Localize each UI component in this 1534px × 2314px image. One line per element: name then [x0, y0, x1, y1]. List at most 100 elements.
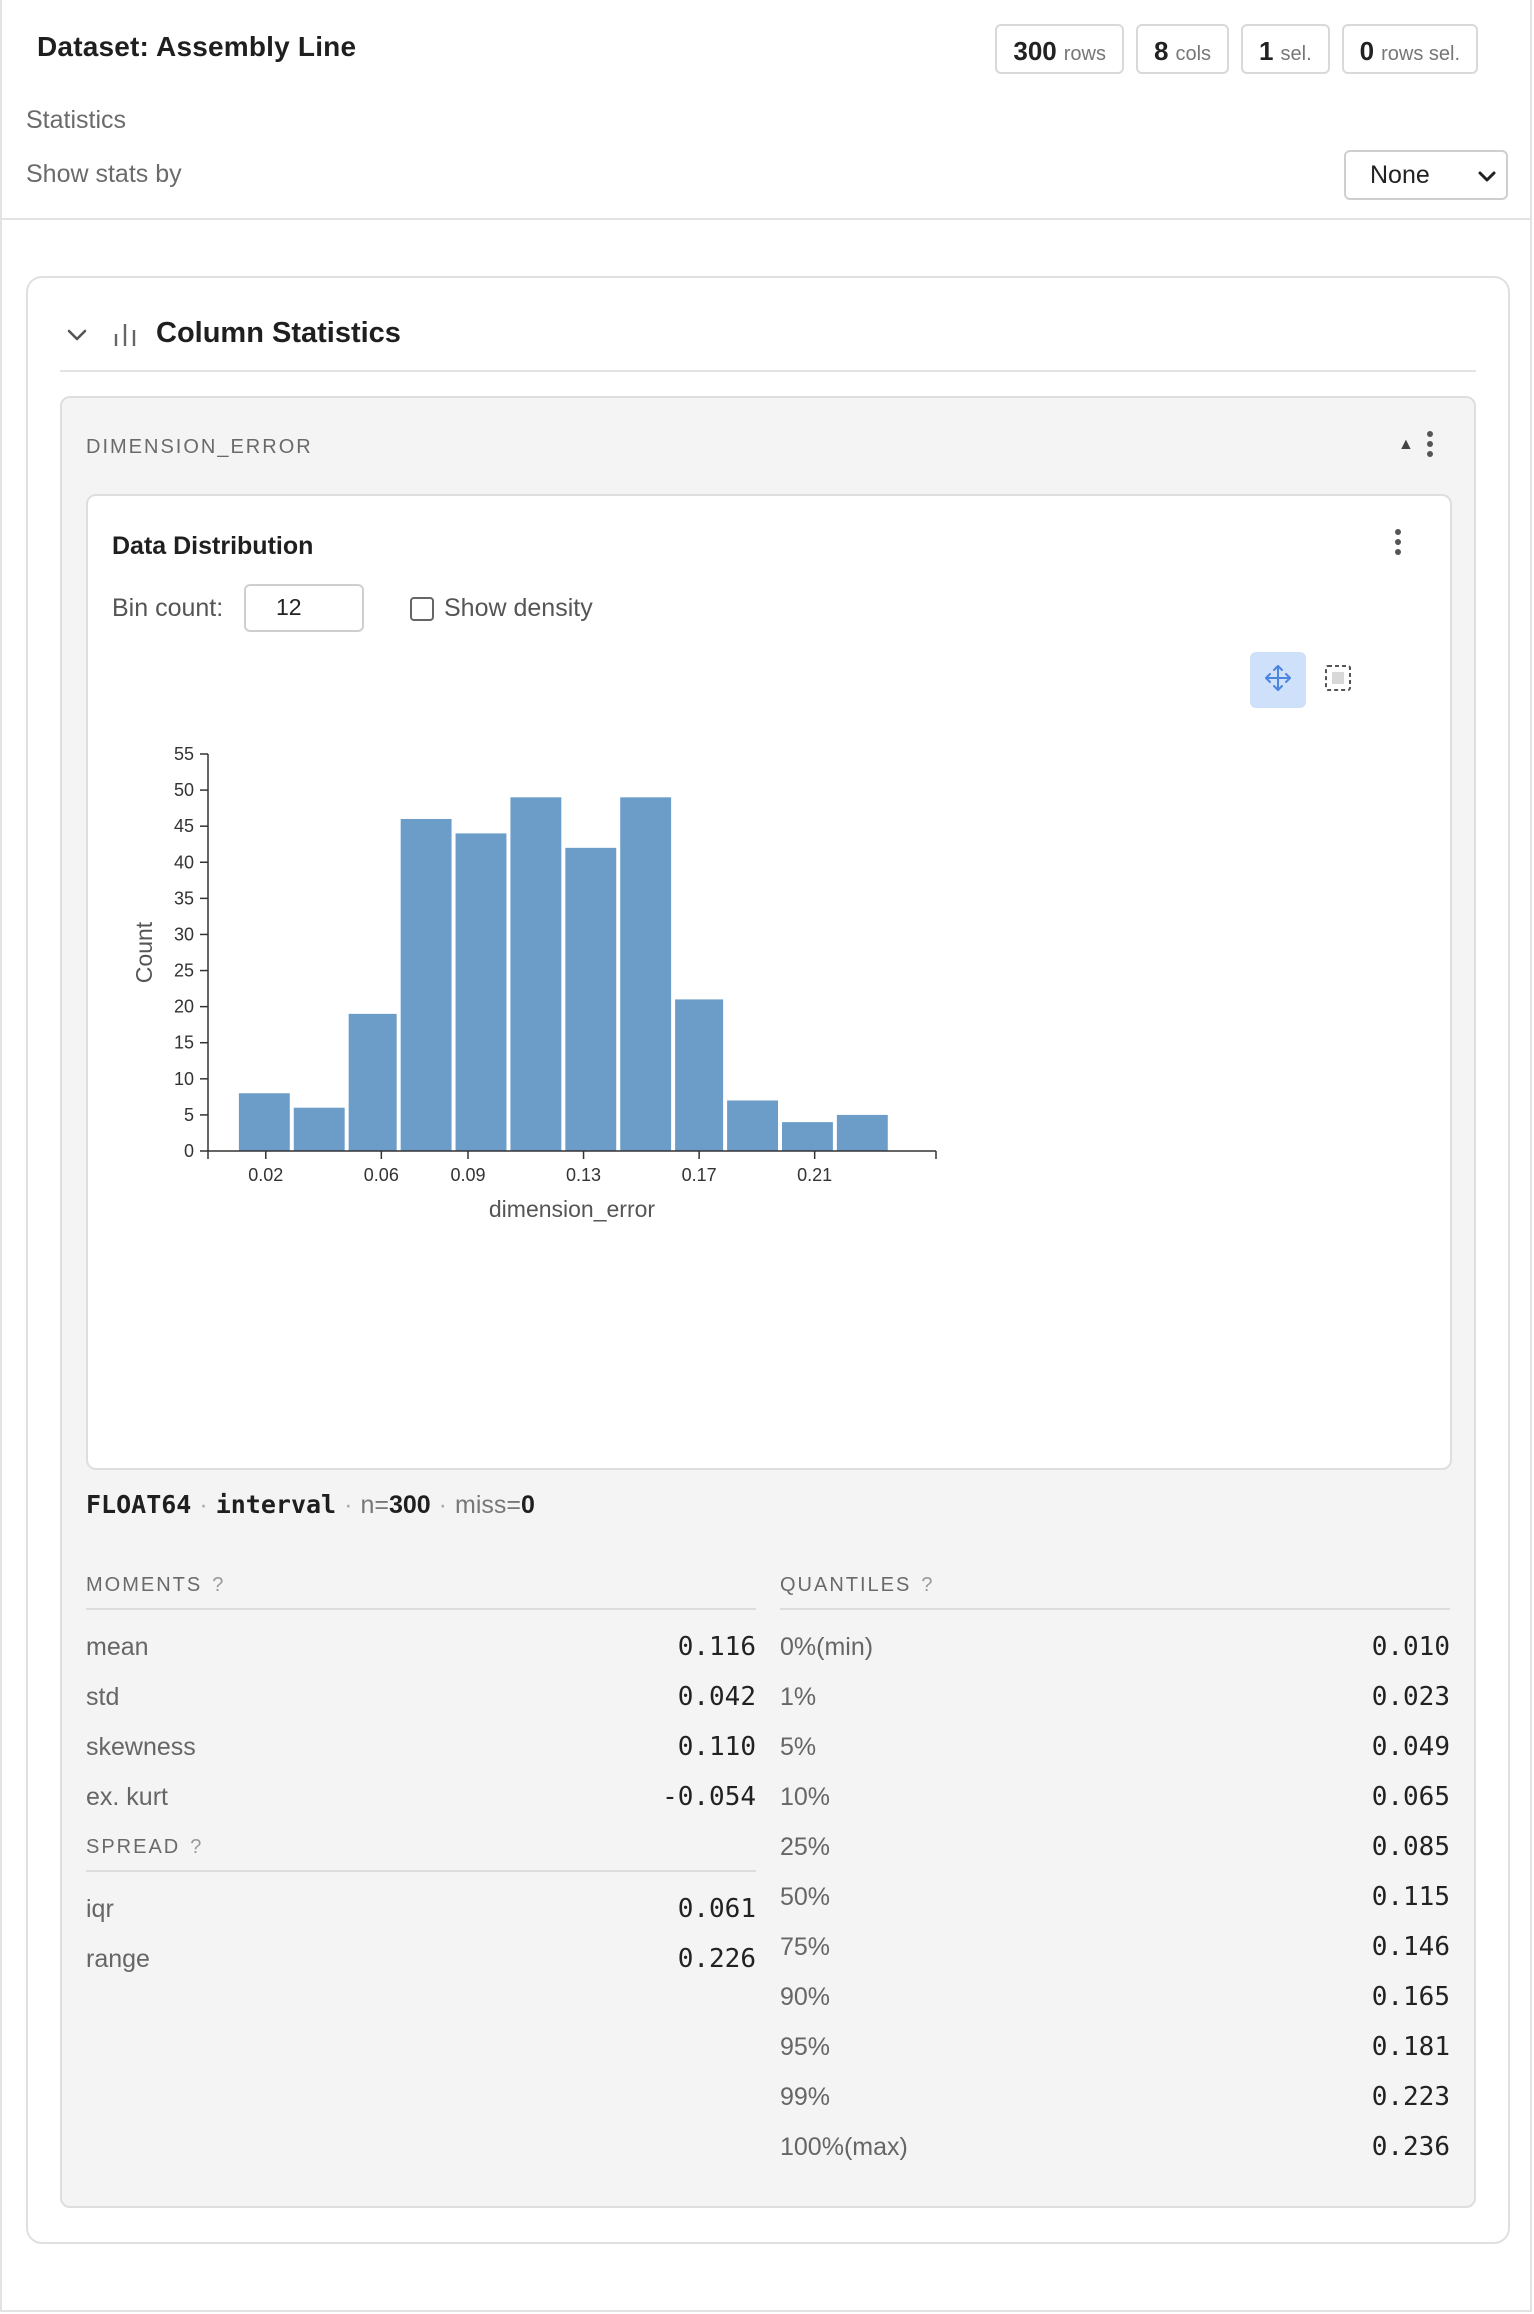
quantiles-row: 100%(max) 0.236 [780, 2122, 1450, 2172]
section-divider [60, 370, 1476, 372]
histogram-bar [293, 1107, 345, 1151]
section-title: Column Statistics [156, 317, 401, 349]
y-tick-label: 50 [174, 780, 194, 800]
quantiles-row: 0%(min) 0.010 [780, 1622, 1450, 1672]
n-label: n= [360, 1491, 389, 1519]
stat-label: 5% [780, 1732, 817, 1761]
spread-row: range 0.226 [86, 1934, 756, 1984]
stat-value: 0.042 [677, 1682, 756, 1712]
selected-rows-chip: 0 rows sel. [1341, 24, 1478, 74]
show-stats-by-select[interactable]: None [1344, 150, 1508, 200]
moments-rows: mean 0.116 std 0.042 skewness 0.110 ex. kurt -0… [86, 1610, 756, 1822]
x-axis-label: dimension_error [489, 1196, 656, 1222]
help-icon[interactable]: ? [190, 1836, 201, 1858]
stat-label: 75% [780, 1932, 831, 1961]
quantiles-row: 50% 0.115 [780, 1872, 1450, 1922]
histogram-chart: 0 5 10 15 20 25 30 35 40 45 50 55 0.02 0.06 0.09 0.13 0.… [131, 744, 937, 1222]
stat-label: 1% [780, 1682, 817, 1711]
stat-value: -0.054 [662, 1782, 756, 1812]
chip-number: 8 [1153, 36, 1169, 66]
help-icon[interactable]: ? [921, 1574, 932, 1596]
x-tick-label: 0.21 [797, 1165, 832, 1185]
moments-row: mean 0.116 [86, 1622, 756, 1672]
miss-label: miss= [455, 1491, 521, 1519]
y-tick-label: 40 [174, 852, 194, 872]
histogram-bar [836, 1114, 888, 1151]
moments-title: MOMENTS [86, 1574, 203, 1596]
quantiles-row: 1% 0.023 [780, 1672, 1450, 1722]
data-distribution-card: Data Distribution Bin count: 12 Show den… [86, 494, 1452, 1470]
histogram-bar [782, 1122, 833, 1151]
stat-value: 0.065 [1371, 1782, 1450, 1812]
chip-unit: sel. [1280, 43, 1312, 65]
collapse-chevron-icon[interactable] [64, 322, 90, 353]
y-tick-label: 45 [174, 816, 194, 836]
column-type-line: FLOAT64 · interval · n=300 · miss=0 [86, 1490, 535, 1519]
stat-value: 0.061 [677, 1894, 756, 1924]
stat-label: 0%(min) [780, 1632, 874, 1661]
stat-value: 0.181 [1371, 2032, 1450, 2062]
header-divider [2, 218, 1532, 220]
stat-value: 0.236 [1371, 2132, 1450, 2162]
stat-label: skewness [86, 1732, 196, 1761]
y-axis-label: Count [131, 921, 157, 983]
stat-value: 0.223 [1371, 2082, 1450, 2112]
chip-number: 300 [1013, 36, 1057, 66]
y-tick-label: 20 [174, 997, 194, 1017]
stat-value: 0.110 [677, 1732, 756, 1762]
quantiles-row: 5% 0.049 [780, 1722, 1450, 1772]
moments-header: MOMENTS? [86, 1574, 756, 1610]
quantiles-row: 10% 0.065 [780, 1772, 1450, 1822]
help-icon[interactable]: ? [212, 1574, 223, 1596]
quantiles-row: 99% 0.223 [780, 2072, 1450, 2122]
stat-label: 50% [780, 1882, 831, 1911]
cols-count-chip: 8 cols [1135, 24, 1230, 74]
stat-label: mean [86, 1632, 149, 1661]
stat-label: 95% [780, 2032, 831, 2061]
stat-label: 25% [780, 1832, 831, 1861]
quantiles-rows: 0%(min) 0.010 1% 0.023 5% 0.049 10% 0.065 25% 0.0… [780, 1610, 1450, 2172]
stat-value: 0.010 [1371, 1632, 1450, 1662]
rows-count-chip: 300 rows [995, 24, 1124, 74]
y-tick-label: 15 [174, 1033, 194, 1053]
kind-label: interval [215, 1490, 337, 1519]
chip-unit: cols [1175, 43, 1212, 65]
spread-header: SPREAD? [86, 1836, 756, 1872]
x-tick-label: 0.17 [682, 1165, 717, 1185]
stat-value: 0.116 [677, 1632, 756, 1662]
histogram-bar [675, 999, 724, 1151]
quantiles-header: QUANTILES? [780, 1574, 1450, 1610]
histogram-bar [565, 847, 617, 1151]
dtype-label: FLOAT64 [86, 1490, 192, 1519]
quantiles-row: 90% 0.165 [780, 1972, 1450, 2022]
y-tick-label: 0 [184, 1141, 194, 1161]
y-tick-label: 35 [174, 888, 194, 908]
n-value: 300 [388, 1491, 431, 1519]
quantiles-row: 25% 0.085 [780, 1822, 1450, 1872]
column-name: DIMENSION_ERROR [86, 436, 313, 458]
miss-value: 0 [520, 1491, 535, 1519]
stat-label: 10% [780, 1782, 831, 1811]
y-tick-label: 55 [174, 744, 194, 764]
x-tick-label: 0.06 [364, 1165, 399, 1185]
chip-number: 0 [1359, 36, 1375, 66]
column-menu-icon[interactable] [1426, 430, 1434, 463]
moments-spread-column: MOMENTS? mean 0.116 std 0.042 skewness 0.110 e… [86, 1574, 756, 1984]
spread-rows: iqr 0.061 range 0.226 [86, 1872, 756, 1984]
select-value: None [1370, 161, 1430, 189]
stat-value: 0.023 [1371, 1682, 1450, 1712]
quantiles-title: QUANTILES [780, 1574, 912, 1596]
collapse-caret-icon[interactable]: ▲ [1398, 436, 1414, 454]
quantiles-row: 95% 0.181 [780, 2022, 1450, 2072]
column-statistics-section: Column Statistics DIMENSION_ERROR ▲ Data… [26, 276, 1510, 2244]
histogram-bar [455, 833, 507, 1151]
y-tick-label: 25 [174, 961, 194, 981]
summary-chips: 300 rows 8 cols 1 sel. 0 rows sel. [995, 24, 1478, 74]
chevron-down-icon [1476, 166, 1498, 195]
stat-label: range [86, 1944, 150, 1973]
stat-label: std [86, 1682, 120, 1711]
selected-cols-chip: 1 sel. [1241, 24, 1330, 74]
x-tick-label: 0.13 [566, 1165, 601, 1185]
column-panel: DIMENSION_ERROR ▲ Data Distribution Bin … [60, 396, 1476, 2208]
show-stats-by-label: Show stats by [26, 160, 182, 188]
